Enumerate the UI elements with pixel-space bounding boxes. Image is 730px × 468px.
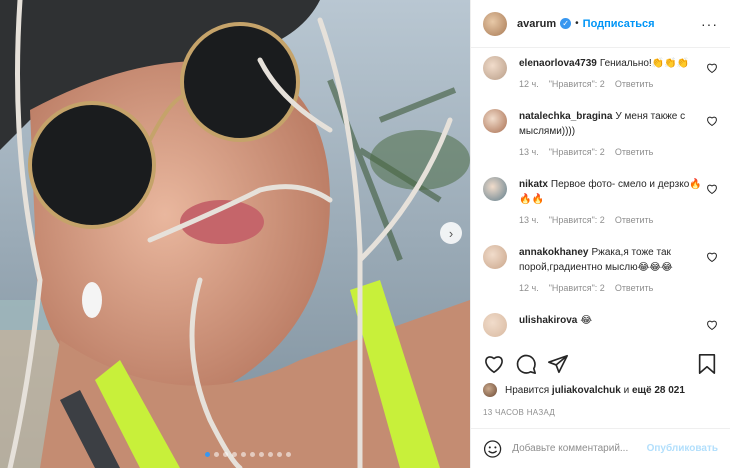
publish-button[interactable]: Опубликовать <box>647 443 718 454</box>
comment-body: annakokhaney Ржака,я тоже так порой,гради… <box>519 239 705 293</box>
commenter-avatar[interactable] <box>483 109 507 133</box>
carousel-indicator <box>205 452 291 457</box>
comment-text: 😂 <box>580 315 593 326</box>
post-timestamp[interactable]: 13 ЧАСОВ НАЗАД <box>483 408 555 417</box>
comment-text-line: nikatx Первое фото- смело и дерзко🔥🔥🔥 <box>519 171 705 207</box>
add-comment-bar: Опубликовать <box>471 428 730 468</box>
reply-button[interactable]: Ответить <box>615 147 653 157</box>
comments-list[interactable]: elenaorlova4739 Гениально!👏👏👏 12 ч. "Нравит… <box>471 48 730 346</box>
verified-badge-icon: ✓ <box>560 18 572 29</box>
liker-avatar[interactable] <box>483 383 497 397</box>
comment-like-heart-icon[interactable] <box>706 183 718 195</box>
commenter-avatar[interactable] <box>483 177 507 201</box>
chevron-right-icon: › <box>448 225 454 241</box>
likes-summary: Нравится juliakovalchuk и ещё 28 021 <box>483 383 718 397</box>
comment-meta: 12 ч. "Нравится": 2 Ответить <box>519 283 705 293</box>
comment-time[interactable]: 13 ч. <box>519 147 539 157</box>
comment-icon[interactable] <box>515 353 537 375</box>
header-separator: • <box>575 18 579 29</box>
comment-item: annakokhaney Ржака,я тоже так порой,гради… <box>483 239 718 293</box>
comment-body: natalechka_bragina У меня также с мыслями… <box>519 103 705 157</box>
comment-text-line: ulishakirova 😂 <box>519 307 705 328</box>
more-options-icon[interactable]: ··· <box>701 16 718 32</box>
comment-item: natalechka_bragina У меня также с мыслями… <box>483 103 718 157</box>
comment-input[interactable] <box>512 443 647 454</box>
carousel-dot <box>223 452 228 457</box>
carousel-dot <box>205 452 210 457</box>
commenter-username[interactable]: annakokhaney <box>519 247 588 258</box>
comment-likes[interactable]: "Нравится": 2 <box>549 147 605 157</box>
comment-like-heart-icon[interactable] <box>706 251 718 263</box>
commenter-avatar[interactable] <box>483 245 507 269</box>
follow-button[interactable]: Подписаться <box>583 18 655 30</box>
comment-time[interactable]: 12 ч. <box>519 79 539 89</box>
reply-button[interactable]: Ответить <box>615 283 653 293</box>
carousel-dot <box>250 452 255 457</box>
commenter-avatar[interactable] <box>483 56 507 80</box>
author-username[interactable]: avarum <box>517 18 556 30</box>
reply-button[interactable]: Ответить <box>615 79 653 89</box>
post-actions <box>483 352 718 376</box>
comment-item: ulishakirova 😂 <box>483 307 718 337</box>
comment-like-heart-icon[interactable] <box>706 62 718 74</box>
comment-text: Гениально!👏👏👏 <box>599 58 690 69</box>
likes-middle: и <box>623 384 630 396</box>
commenter-username[interactable]: ulishakirova <box>519 315 577 326</box>
comment-likes[interactable]: "Нравится": 2 <box>549 79 605 89</box>
comment-text-line: natalechka_bragina У меня также с мыслями… <box>519 103 705 139</box>
post-header: avarum ✓ • Подписаться ··· <box>471 0 730 48</box>
post-side-panel: avarum ✓ • Подписаться ··· elenaorlova47… <box>470 0 730 468</box>
comment-text-line: annakokhaney Ржака,я тоже так порой,гради… <box>519 239 705 275</box>
bookmark-icon[interactable] <box>696 353 718 375</box>
comment-meta: 13 ч. "Нравится": 2 Ответить <box>519 215 705 225</box>
liker-username[interactable]: juliakovalchuk <box>552 385 621 396</box>
like-heart-icon[interactable] <box>483 353 505 375</box>
comment-body: ulishakirova 😂 <box>519 307 705 337</box>
commenter-username[interactable]: natalechka_bragina <box>519 111 612 122</box>
share-icon[interactable] <box>547 353 569 375</box>
comment-body: elenaorlova4739 Гениально!👏👏👏 12 ч. "Нравит… <box>519 50 705 89</box>
post-photo: › <box>0 0 470 468</box>
commenter-username[interactable]: nikatx <box>519 179 548 190</box>
comment-like-heart-icon[interactable] <box>706 319 718 331</box>
carousel-dot <box>259 452 264 457</box>
author-avatar[interactable] <box>483 11 507 36</box>
comment-meta: 13 ч. "Нравится": 2 Ответить <box>519 147 705 157</box>
reply-button[interactable]: Ответить <box>615 215 653 225</box>
carousel-dot <box>277 452 282 457</box>
carousel-dot <box>214 452 219 457</box>
likes-prefix: Нравится <box>505 384 550 396</box>
comment-like-heart-icon[interactable] <box>706 115 718 127</box>
carousel-dot <box>241 452 246 457</box>
comment-time[interactable]: 13 ч. <box>519 215 539 225</box>
comment-likes[interactable]: "Нравится": 2 <box>549 283 605 293</box>
emoji-icon[interactable] <box>483 439 502 459</box>
comment-item: nikatx Первое фото- смело и дерзко🔥🔥🔥 13 ч… <box>483 171 718 225</box>
carousel-dot <box>286 452 291 457</box>
carousel-dot <box>268 452 273 457</box>
photo-image <box>0 0 470 468</box>
commenter-avatar[interactable] <box>483 313 507 337</box>
comment-meta: 12 ч. "Нравится": 2 Ответить <box>519 79 705 89</box>
comment-body: nikatx Первое фото- смело и дерзко🔥🔥🔥 13 ч… <box>519 171 705 225</box>
commenter-username[interactable]: elenaorlova4739 <box>519 58 597 69</box>
carousel-next-button[interactable]: › <box>440 222 462 244</box>
comment-likes[interactable]: "Нравится": 2 <box>549 215 605 225</box>
comment-time[interactable]: 12 ч. <box>519 283 539 293</box>
comment-text-line: elenaorlova4739 Гениально!👏👏👏 <box>519 50 705 71</box>
comment-item: elenaorlova4739 Гениально!👏👏👏 12 ч. "Нравит… <box>483 50 718 89</box>
likes-count[interactable]: ещё 28 021 <box>632 385 685 396</box>
carousel-dot <box>232 452 237 457</box>
